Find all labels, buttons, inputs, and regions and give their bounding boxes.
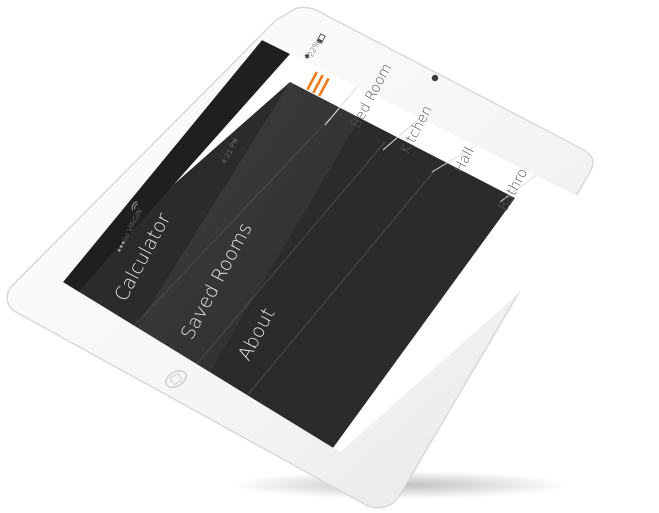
tablet-illustration: 22% ✱ ●●●○○ VIRGIN 4:21 PM Calculator Sa… (6, 6, 610, 509)
tablet-mockup-scene: 22% ✱ ●●●○○ VIRGIN 4:21 PM Calculator Sa… (0, 0, 659, 513)
front-camera (431, 74, 439, 82)
